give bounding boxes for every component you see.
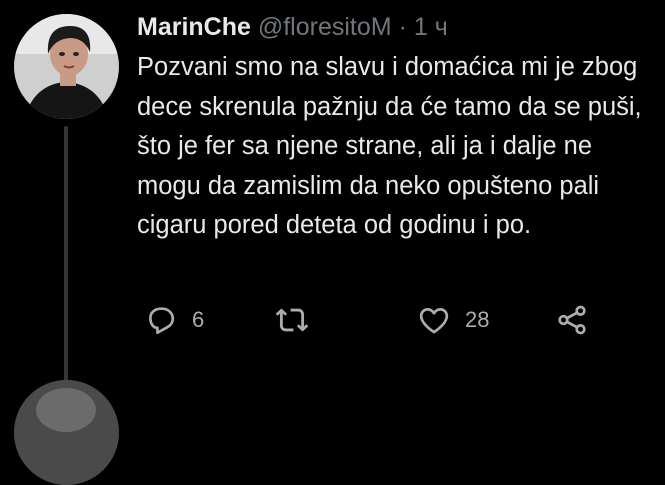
separator-dot: · xyxy=(398,13,407,41)
reply-icon xyxy=(149,307,175,335)
tweet-actions: 6 28 xyxy=(137,300,607,340)
reply-button[interactable]: 6 xyxy=(144,300,204,340)
display-name[interactable]: MarinChe xyxy=(137,13,251,41)
heart-icon xyxy=(419,308,449,334)
next-tweet-avatar[interactable] xyxy=(14,380,119,485)
avatar[interactable] xyxy=(14,14,119,119)
like-count: 28 xyxy=(465,307,490,332)
like-button[interactable]: 28 xyxy=(417,300,489,340)
retweet-button[interactable] xyxy=(275,300,323,340)
user-handle[interactable]: @floresitoM xyxy=(258,13,392,41)
share-button[interactable] xyxy=(555,300,589,340)
reply-count: 6 xyxy=(192,307,205,332)
timestamp[interactable]: 1 ч xyxy=(414,13,448,41)
retweet-icon xyxy=(275,308,309,332)
next-avatar-photo xyxy=(14,380,119,485)
tweet-header: MarinChe @floresitoM · 1 ч xyxy=(137,10,448,44)
tweet-text: Pozvani smo na slavu i domaćica mi je zb… xyxy=(137,53,642,239)
thread-line xyxy=(64,126,68,388)
avatar-photo xyxy=(14,14,119,119)
share-icon xyxy=(558,305,586,335)
